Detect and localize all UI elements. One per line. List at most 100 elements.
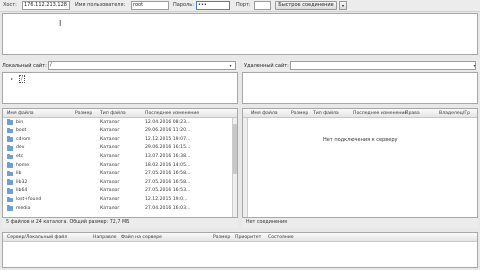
remote-list-scrollbar[interactable] <box>243 118 248 217</box>
column-header-priority[interactable]: Приоритет <box>235 235 261 240</box>
folder-icon <box>7 205 13 211</box>
column-header-remote-file[interactable]: Файл на сервере <box>121 235 162 240</box>
remote-directory-tree[interactable] <box>242 72 478 104</box>
remote-list-header: Имя файла Размер Тип файла Последнее изм… <box>243 109 477 118</box>
table-row[interactable]: boot Каталог 29.06.2016 11:20... <box>3 127 233 135</box>
remote-path-input[interactable] <box>290 61 476 70</box>
column-header-size[interactable]: Размер <box>291 111 308 116</box>
file-type: Каталог <box>100 119 120 125</box>
column-header-state[interactable]: Состояние <box>268 235 294 240</box>
remote-site-bar: Удаленный сайт: ▾ <box>242 60 480 71</box>
column-header-name[interactable]: Имя файла <box>7 111 34 116</box>
tree-root-item[interactable]: / <box>19 75 25 83</box>
file-name: bin <box>16 119 24 125</box>
table-row[interactable]: lost+found Каталог 12.12.2015 19:0... <box>3 196 233 203</box>
chevron-down-icon[interactable]: ▾ <box>471 62 478 69</box>
local-status-bar: 5 файлов и 24 каталога. Общий размер: 72… <box>2 218 238 228</box>
file-name: dev <box>16 145 25 151</box>
user-input[interactable]: root <box>131 1 169 10</box>
file-name: lib <box>16 171 22 177</box>
folder-icon <box>7 179 13 185</box>
file-type: Каталог <box>100 136 120 142</box>
local-directory-tree[interactable]: ▸ / <box>2 72 238 104</box>
remote-status-bar: Нет соединения <box>242 218 478 228</box>
local-path-input[interactable]: / <box>48 61 236 70</box>
password-input[interactable]: ••• <box>196 1 230 10</box>
host-input[interactable]: 176.112.213.128 <box>22 1 70 10</box>
table-row[interactable]: lib64 Каталог 27.05.2016 16:53... <box>3 188 233 195</box>
quickconnect-button[interactable]: Быстрое соединение <box>275 1 337 10</box>
column-header-local-file[interactable]: Сервер/Локальный файл <box>7 235 67 240</box>
folder-icon <box>7 145 13 151</box>
file-type: Каталог <box>100 128 120 134</box>
user-label: Имя пользователя: <box>75 2 126 8</box>
text-cursor-icon: I <box>59 19 62 28</box>
column-header-type[interactable]: Тип файла <box>100 111 126 116</box>
quickconnect-history-dropdown[interactable]: ▾ <box>339 1 347 10</box>
queue-header: Сервер/Локальный файл Направле Файл на с… <box>3 233 477 242</box>
file-modified: 12.12.2015 19:0... <box>145 196 188 202</box>
file-modified: 27.04.2016 16:03... <box>145 205 191 211</box>
file-name: home <box>16 162 30 168</box>
table-row[interactable]: cdrom Каталог 12.12.2015 19:07... <box>3 136 233 143</box>
local-list-scrollbar[interactable] <box>232 118 237 217</box>
column-header-size[interactable]: Размер <box>213 235 230 240</box>
file-type: Каталог <box>100 205 120 211</box>
file-modified: 18.02.2016 14:05... <box>145 162 191 168</box>
scrollbar-thumb[interactable] <box>233 124 237 174</box>
table-row[interactable]: home Каталог 18.02.2016 14:05... <box>3 162 233 169</box>
local-list-header: Имя файла Размер Тип файла Последнее изм… <box>3 109 237 118</box>
file-type: Каталог <box>100 196 120 202</box>
file-name: lost+found <box>16 196 42 202</box>
folder-icon <box>7 196 13 203</box>
file-modified: 29.06.2016 16:15... <box>145 145 191 151</box>
transfer-queue[interactable]: Сервер/Локальный файл Направле Файл на с… <box>2 232 478 268</box>
file-type: Каталог <box>100 179 120 185</box>
column-header-direction[interactable]: Направле <box>93 235 116 240</box>
expand-arrow-icon[interactable]: ▸ <box>11 76 13 81</box>
file-type: Каталог <box>100 171 120 177</box>
folder-icon <box>7 119 13 125</box>
host-label: Хост: <box>3 2 17 8</box>
remote-empty-message: Нет подключения к серверу <box>323 137 398 143</box>
port-label: Порт: <box>236 2 251 8</box>
column-header-modified[interactable]: Последнее изменение <box>145 111 199 116</box>
column-header-permissions[interactable]: Права <box>405 111 420 116</box>
table-row[interactable]: etc Каталог 13.07.2016 16:38... <box>3 153 233 160</box>
folder-icon <box>7 136 13 142</box>
file-name: boot <box>16 128 27 134</box>
remote-file-list[interactable]: Имя файла Размер Тип файла Последнее изм… <box>242 108 478 218</box>
local-file-list[interactable]: Имя файла Размер Тип файла Последнее изм… <box>2 108 238 218</box>
column-header-size[interactable]: Размер <box>75 111 92 116</box>
file-type: Каталог <box>100 153 120 159</box>
table-row[interactable]: lib Каталог 27.05.2016 16:58... <box>3 170 233 178</box>
file-name: lib32 <box>16 179 28 185</box>
local-site-bar: Локальный сайт: / ▾ <box>0 60 240 71</box>
file-type: Каталог <box>100 188 120 194</box>
port-input[interactable] <box>254 1 271 10</box>
file-type: Каталог <box>100 162 120 168</box>
file-name: etc <box>16 153 24 159</box>
remote-site-label: Удаленный сайт: <box>244 63 289 69</box>
chevron-down-icon[interactable]: ▾ <box>227 62 234 69</box>
file-name: lib64 <box>16 188 28 194</box>
column-header-type[interactable]: Тип файла <box>313 111 339 116</box>
table-row[interactable]: lib32 Каталог 27.05.2016 16:58... <box>3 179 233 186</box>
folder-icon <box>7 162 13 168</box>
column-header-modified[interactable]: Последнее изменение <box>353 111 407 116</box>
file-name: cdrom <box>16 136 31 142</box>
folder-icon <box>7 153 13 160</box>
file-type: Каталог <box>100 145 120 151</box>
table-row[interactable]: bin Каталог 12.04.2016 08:23... <box>3 119 233 126</box>
message-log[interactable]: I <box>2 13 478 55</box>
table-row[interactable]: dev Каталог 29.06.2016 16:15... <box>3 145 233 152</box>
file-modified: 27.05.2016 16:58... <box>145 171 191 177</box>
file-modified: 12.12.2015 19:07... <box>145 136 191 142</box>
chevron-down-icon: ▾ <box>341 3 344 8</box>
folder-icon <box>7 127 13 134</box>
table-row[interactable]: media Каталог 27.04.2016 16:03... <box>3 205 233 212</box>
local-site-label: Локальный сайт: <box>2 63 47 69</box>
column-header-name[interactable]: Имя файла <box>251 111 278 116</box>
pass-label: Пароль: <box>173 2 194 8</box>
column-header-owner[interactable]: Владелец/Гр <box>439 111 470 116</box>
